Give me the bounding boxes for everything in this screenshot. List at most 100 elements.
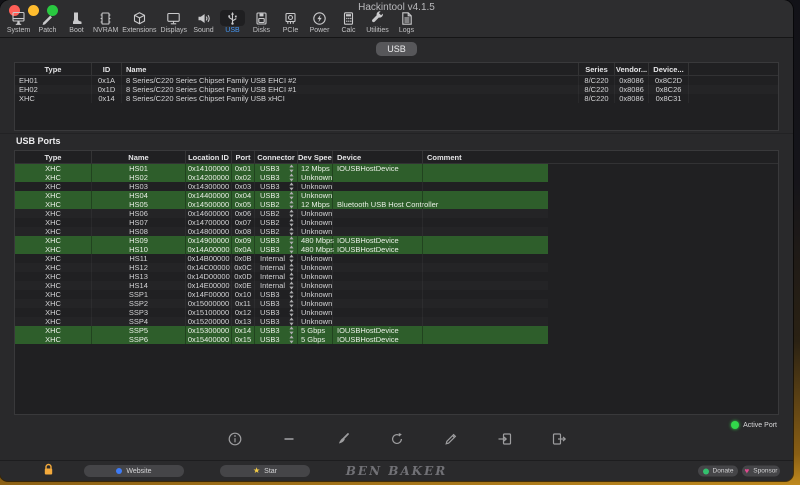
active-port-legend: Active Port [731, 421, 777, 429]
utilities-icon [365, 10, 390, 26]
footer-bar: Website ★ Star BEN BAKER Donate ♥ Sponso… [0, 460, 793, 481]
import-button[interactable] [495, 429, 515, 449]
port-row-HS12[interactable]: XHC HS12 0x14C00000 0x0C Internal Unknow… [15, 263, 548, 272]
connector-stepper-icon[interactable] [289, 209, 294, 218]
port-row-SSP4[interactable]: XHC SSP4 0x15200000 0x13 USB3 Unknown [15, 317, 548, 326]
port-row-HS05[interactable]: XHC HS05 0x14500000 0x05 USB2 12 Mbps Bl… [15, 200, 548, 209]
port-row-HS04[interactable]: XHC HS04 0x14400000 0x04 USB3 Unknown [15, 191, 548, 200]
connector-stepper-icon[interactable] [289, 218, 294, 227]
port-row-SSP1[interactable]: XHC SSP1 0x14F00000 0x10 USB3 Unknown [15, 290, 548, 299]
port-row-HS08[interactable]: XHC HS08 0x14800000 0x08 USB2 Unknown [15, 227, 548, 236]
info-button[interactable] [225, 429, 245, 449]
ben-baker-logo: BEN BAKER [0, 464, 793, 478]
refresh-icon [389, 431, 405, 447]
controllers-header-series[interactable]: Series [578, 63, 614, 75]
connector-stepper-icon[interactable] [289, 254, 294, 263]
port-row-HS02[interactable]: XHC HS02 0x14200000 0x02 USB3 Unknown [15, 173, 548, 182]
ports-header-port[interactable]: Port [231, 151, 254, 163]
sponsor-button[interactable]: ♥ Sponsor [742, 466, 780, 477]
toolbar-item-system[interactable]: System [4, 10, 33, 34]
toolbar-item-utilities[interactable]: Utilities [363, 10, 392, 34]
usb-controllers-table: Type ID Name Series Vendor... Device... … [14, 62, 779, 131]
controllers-header-type[interactable]: Type [15, 63, 91, 75]
port-row-HS06[interactable]: XHC HS06 0x14600000 0x06 USB2 Unknown [15, 209, 548, 218]
port-row-HS11[interactable]: XHC HS11 0x14B00000 0x0B Internal Unknow… [15, 254, 548, 263]
toolbar-item-disks[interactable]: Disks [247, 10, 276, 34]
port-row-SSP5[interactable]: XHC SSP5 0x15300000 0x14 USB3 5 Gbps IOU… [15, 326, 548, 335]
port-row-HS10[interactable]: XHC HS10 0x14A00000 0x0A USB3 480 Mbps I… [15, 245, 548, 254]
ports-table-body: XHC HS01 0x14100000 0x01 USB3 12 Mbps IO… [15, 164, 778, 344]
content-area: Type ID Name Series Vendor... Device... … [0, 62, 793, 418]
port-row-HS13[interactable]: XHC HS13 0x14D00000 0x0D Internal Unknow… [15, 272, 548, 281]
ports-header-devspeed[interactable]: Dev Speed [297, 151, 332, 163]
connector-stepper-icon[interactable] [289, 236, 294, 245]
connector-stepper-icon[interactable] [289, 200, 294, 209]
connector-stepper-icon[interactable] [289, 164, 294, 173]
port-row-HS01[interactable]: XHC HS01 0x14100000 0x01 USB3 12 Mbps IO… [15, 164, 548, 173]
connector-stepper-icon[interactable] [289, 281, 294, 290]
toolbar-item-patch[interactable]: Patch [33, 10, 62, 34]
port-row-SSP6[interactable]: XHC SSP6 0x15400000 0x15 USB3 5 Gbps IOU… [15, 335, 548, 344]
controllers-header-device[interactable]: Device... [648, 63, 688, 75]
port-row-HS14[interactable]: XHC HS14 0x14E00000 0x0E Internal Unknow… [15, 281, 548, 290]
remove-button[interactable] [279, 429, 299, 449]
connector-stepper-icon[interactable] [289, 173, 294, 182]
port-row-HS07[interactable]: XHC HS07 0x14700000 0x07 USB2 Unknown [15, 218, 548, 227]
tab-usb[interactable]: USB [376, 42, 417, 56]
sound-icon [191, 10, 216, 26]
port-row-HS03[interactable]: XHC HS03 0x14300000 0x03 USB3 Unknown [15, 182, 548, 191]
port-row-SSP3[interactable]: XHC SSP3 0x15100000 0x12 USB3 Unknown [15, 308, 548, 317]
connector-stepper-icon[interactable] [289, 245, 294, 254]
toolbar-item-boot[interactable]: Boot [62, 10, 91, 34]
port-row-HS09[interactable]: XHC HS09 0x14900000 0x09 USB3 480 Mbps I… [15, 236, 548, 245]
ports-header-type[interactable]: Type [15, 151, 91, 163]
toolbar-item-nvram[interactable]: NVRAM [91, 10, 120, 34]
connector-stepper-icon[interactable] [289, 263, 294, 272]
connector-stepper-icon[interactable] [289, 326, 294, 335]
ports-header-comment[interactable]: Comment [422, 151, 548, 163]
connector-stepper-icon[interactable] [289, 227, 294, 236]
clean-button[interactable] [333, 429, 353, 449]
boot-icon [64, 10, 89, 26]
ports-table-header: Type Name Location ID Port Connector Dev… [15, 151, 778, 164]
connector-stepper-icon[interactable] [289, 191, 294, 200]
ports-header-connector[interactable]: Connector [254, 151, 297, 163]
patch-icon [35, 10, 60, 26]
toolbar-item-displays[interactable]: Displays [159, 10, 189, 34]
refresh-button[interactable] [387, 429, 407, 449]
edit-button[interactable] [441, 429, 461, 449]
controller-row-XHC[interactable]: XHC 0x14 8 Series/C220 Series Chipset Fa… [15, 94, 778, 103]
toolbar-item-extensions[interactable]: Extensions [120, 10, 158, 34]
toolbar-item-power[interactable]: Power [305, 10, 334, 34]
info-icon [227, 431, 243, 447]
sponsor-heart-icon: ♥ [745, 467, 750, 475]
connector-stepper-icon[interactable] [289, 308, 294, 317]
ports-header-name[interactable]: Name [91, 151, 185, 163]
controllers-header-vendor[interactable]: Vendor... [614, 63, 648, 75]
connector-stepper-icon[interactable] [289, 335, 294, 344]
port-row-SSP2[interactable]: XHC SSP2 0x15000000 0x11 USB3 Unknown [15, 299, 548, 308]
import-icon [497, 431, 513, 447]
toolbar-item-sound[interactable]: Sound [189, 10, 218, 34]
export-button[interactable] [549, 429, 569, 449]
ports-header-location[interactable]: Location ID [185, 151, 231, 163]
connector-stepper-icon[interactable] [289, 182, 294, 191]
connector-stepper-icon[interactable] [289, 299, 294, 308]
connector-stepper-icon[interactable] [289, 272, 294, 281]
usb-ports-table: Type Name Location ID Port Connector Dev… [14, 150, 779, 415]
brush-icon [335, 431, 351, 447]
system-icon [6, 10, 31, 26]
controller-row-EH02[interactable]: EH02 0x1D 8 Series/C220 Series Chipset F… [15, 85, 778, 94]
controllers-header-name[interactable]: Name [121, 63, 578, 75]
controllers-header-id[interactable]: ID [91, 63, 121, 75]
donate-button[interactable]: Donate [698, 466, 738, 477]
connector-stepper-icon[interactable] [289, 317, 294, 326]
ports-header-device[interactable]: Device [332, 151, 422, 163]
toolbar-item-pcie[interactable]: PCIe [276, 10, 305, 34]
toolbar-item-logs[interactable]: Logs [392, 10, 421, 34]
toolbar-item-usb[interactable]: USB [218, 10, 247, 34]
controller-row-EH01[interactable]: EH01 0x1A 8 Series/C220 Series Chipset F… [15, 76, 778, 85]
connector-stepper-icon[interactable] [289, 290, 294, 299]
toolbar-item-calc[interactable]: Calc [334, 10, 363, 34]
active-port-label: Active Port [743, 422, 777, 429]
